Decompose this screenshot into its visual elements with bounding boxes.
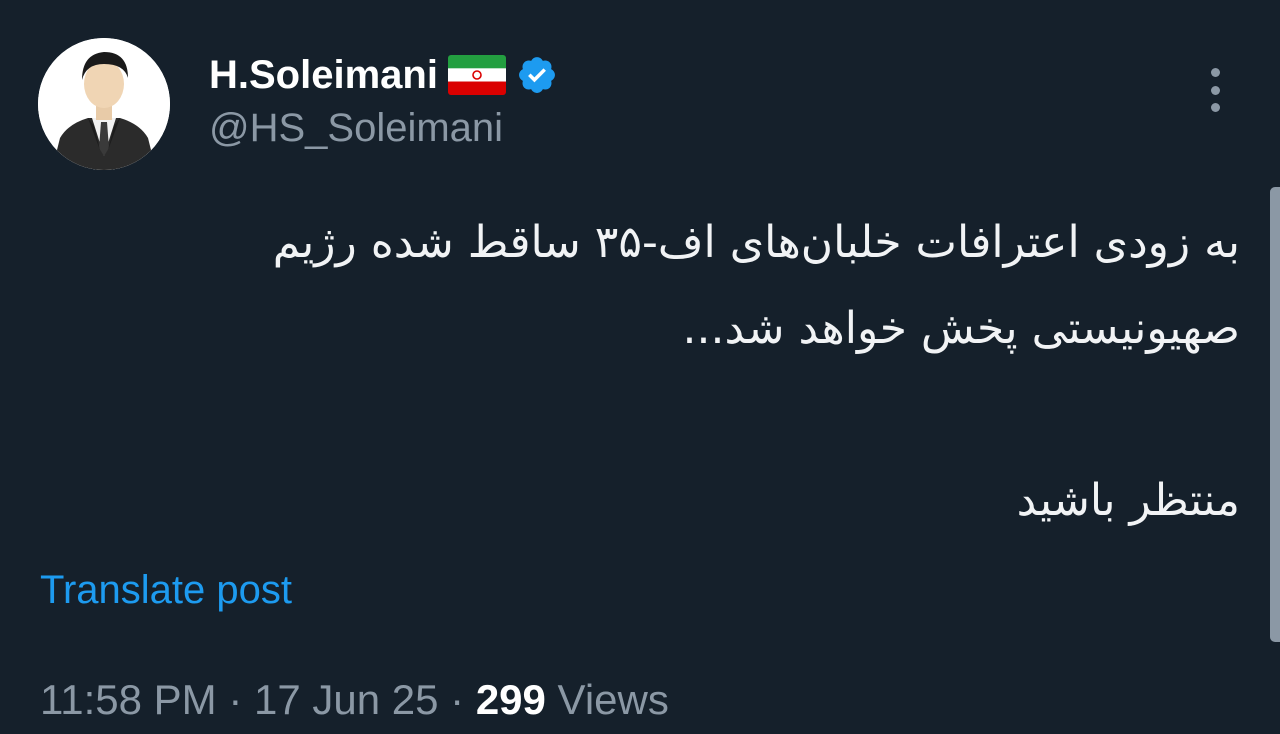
tweet-line: منتظر باشید: [1016, 475, 1240, 526]
author-handle[interactable]: @HS_Soleimani: [209, 106, 503, 151]
iran-flag-icon: [447, 55, 506, 95]
more-vertical-icon-dot: [1210, 85, 1220, 95]
verified-badge-icon: [516, 54, 558, 96]
views-count[interactable]: 299: [476, 676, 546, 723]
tweet-line: به زودی اعترافات خلبان‌های اف-۳۵ ساقط شد…: [272, 217, 1240, 268]
tweet-line: صهیونیستی پخش خواهد شد...: [682, 303, 1240, 354]
meta-separator: ·: [438, 676, 476, 723]
author-display-name[interactable]: H.Soleimani: [209, 53, 438, 98]
tweet-date[interactable]: 17 Jun 25: [254, 676, 439, 723]
tweet-time[interactable]: 11:58 PM: [40, 676, 217, 723]
tweet-meta: 11:58 PM · 17 Jun 25 · 299 Views: [40, 676, 669, 724]
meta-separator: ·: [216, 676, 254, 723]
avatar[interactable]: [38, 38, 170, 170]
tweet-text: به زودی اعترافات خلبان‌های اف-۳۵ ساقط شد…: [80, 200, 1240, 544]
more-vertical-icon-dot: [1210, 103, 1220, 112]
scrollbar[interactable]: [1270, 187, 1280, 642]
more-vertical-icon: [1210, 68, 1220, 77]
views-label: Views: [545, 676, 669, 723]
more-options-button[interactable]: [1195, 66, 1235, 114]
author-name-row: H.Soleimani: [209, 50, 558, 100]
translate-post-link[interactable]: Translate post: [40, 568, 292, 613]
avatar-image: [38, 38, 170, 170]
